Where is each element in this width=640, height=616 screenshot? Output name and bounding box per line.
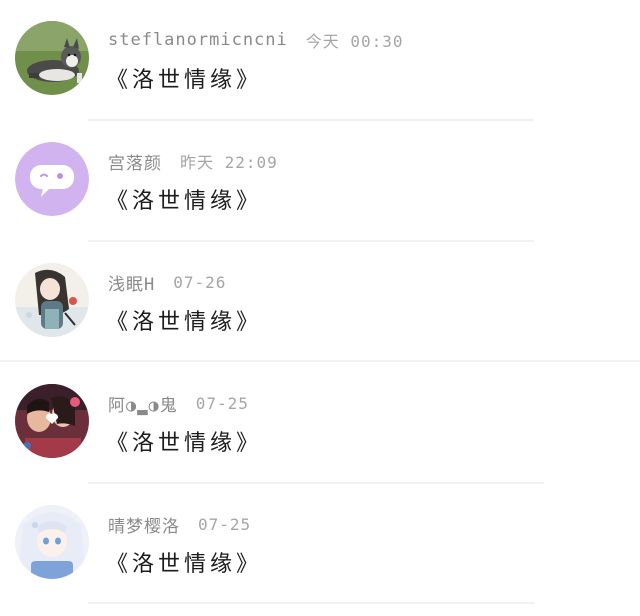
row-divider xyxy=(88,602,534,604)
comment-text: 《洛世情缘》 xyxy=(106,552,263,577)
comment-time: 07-25 xyxy=(198,514,252,534)
purple-chat-bubble-avatar-image xyxy=(15,142,89,216)
comment-time: 今天 00:30 xyxy=(305,32,404,51)
username[interactable]: 宫落颜 xyxy=(108,149,162,174)
comment-item[interactable]: 阿◑▂◑鬼 07-25 《洛世情缘》 xyxy=(0,363,640,483)
comment-item[interactable]: 晴梦樱洛 07-25 《洛世情缘》 xyxy=(0,484,640,604)
comment-time: 07-25 xyxy=(195,393,249,413)
avatar[interactable] xyxy=(15,505,89,579)
avatar[interactable] xyxy=(15,384,89,458)
username[interactable]: 浅眠H xyxy=(108,270,155,295)
comment-meta: 宫落颜 昨天 22:09 xyxy=(108,149,278,174)
comment-meta: steflanormicncni 今天 00:30 xyxy=(108,28,404,52)
anime-girl-avatar-image xyxy=(15,263,89,337)
comment-item[interactable]: steflanormicncni 今天 00:30 《洛世情缘》 xyxy=(0,0,640,120)
couple-photo-avatar-image xyxy=(15,384,89,458)
comment-time: 昨天 22:09 xyxy=(180,153,278,172)
comment-meta: 阿◑▂◑鬼 07-25 xyxy=(108,391,249,416)
husky-dog-avatar-image xyxy=(15,21,89,95)
avatar[interactable] xyxy=(15,263,89,337)
username[interactable]: 晴梦樱洛 xyxy=(108,512,180,537)
comment-meta: 浅眠H 07-26 xyxy=(108,270,227,295)
comment-time: 07-26 xyxy=(173,272,227,292)
anime-white-hair-avatar-image xyxy=(15,505,89,579)
username[interactable]: 阿◑▂◑鬼 xyxy=(108,391,178,416)
row-divider xyxy=(0,360,640,362)
username[interactable]: steflanormicncni xyxy=(108,30,288,50)
comment-text: 《洛世情缘》 xyxy=(106,431,263,456)
comment-list: steflanormicncni 今天 00:30 《洛世情缘》 宫落颜 昨天 … xyxy=(0,0,640,616)
comment-text: 《洛世情缘》 xyxy=(106,310,263,335)
avatar[interactable] xyxy=(15,21,89,95)
comment-item[interactable]: 浅眠H 07-26 《洛世情缘》 xyxy=(0,242,640,362)
comment-text: 《洛世情缘》 xyxy=(106,189,263,214)
comment-text: 《洛世情缘》 xyxy=(106,68,263,93)
avatar[interactable] xyxy=(15,142,89,216)
comment-item[interactable]: 宫落颜 昨天 22:09 《洛世情缘》 xyxy=(0,121,640,241)
comment-meta: 晴梦樱洛 07-25 xyxy=(108,512,252,537)
